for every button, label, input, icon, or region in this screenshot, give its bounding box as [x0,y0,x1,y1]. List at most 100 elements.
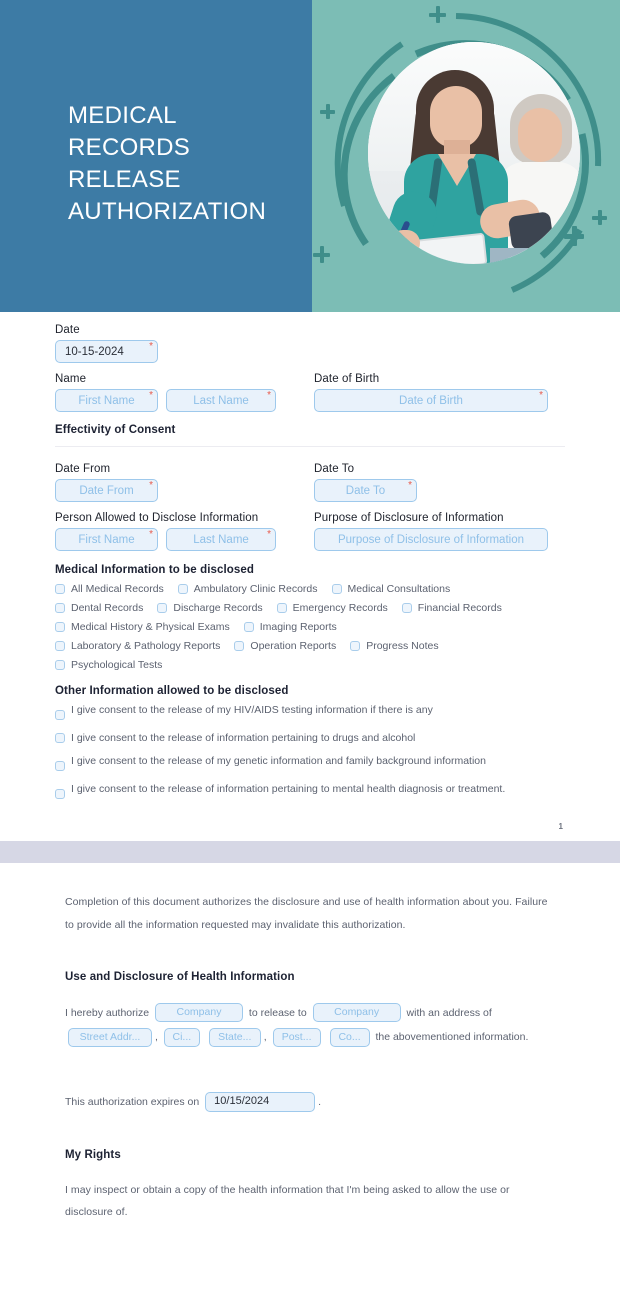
date-label: Date [55,324,80,336]
medical-info-checkbox[interactable]: Laboratory & Pathology Reports [55,640,220,652]
field-group-date-to: Date To Date To * [314,463,564,502]
checkbox-label: Laboratory & Pathology Reports [71,640,221,652]
first-name-input[interactable]: First Name * [55,389,158,412]
medical-info-checkbox[interactable]: Discharge Records [157,602,263,614]
checkbox-label: Financial Records [417,602,502,614]
checkbox-box-icon[interactable] [276,603,287,613]
company-input-2[interactable]: Company [312,1003,401,1023]
required-asterisk: * [267,529,271,540]
date-to-placeholder: Date To [345,484,386,497]
field-group-date-of-birth: Date of Birth Date of Birth * [314,373,564,412]
expiry-prefix: This authorization expires on [65,1095,200,1108]
medical-info-checkbox[interactable]: Financial Records [401,602,502,614]
checkbox-box-icon[interactable] [157,603,168,613]
consent-checkbox[interactable]: I give consent to the release of my HIV/… [55,704,565,720]
consent-checkbox[interactable]: I give consent to the release of informa… [55,732,565,745]
required-asterisk: * [149,341,153,352]
medical-info-checkbox[interactable]: Operation Reports [234,640,336,652]
checkbox-box-icon[interactable] [243,622,254,632]
medical-info-checkbox[interactable]: Psychological Tests [55,659,162,671]
city-input[interactable]: Ci... [163,1027,200,1047]
checkbox-label: Medical Consultations [347,583,451,595]
form-sheet-page-2: Completion of this document authorizes t… [0,863,620,1224]
authorization-paragraph: I hereby authorize Company to release to… [65,1001,555,1050]
medical-info-checkbox[interactable]: Medical History & Physical Exams [55,621,230,633]
postal-code-input[interactable]: Post... [272,1027,321,1047]
checkbox-box-icon[interactable] [55,584,65,594]
intro-paragraph: Completion of this document authorizes t… [65,896,548,931]
page-break-separator [0,841,620,864]
field-group-discloser: Person Allowed to Disclose Information F… [55,512,305,551]
checkbox-box-icon[interactable] [55,603,65,613]
hero-teal-panel [312,0,620,312]
required-asterisk: * [149,529,153,540]
auth-text-1: I hereby authorize [65,1006,150,1019]
form-sheet-page-1: Date 10-15-2024 * Name First Name * Last… [0,312,620,805]
date-input[interactable]: 10-15-2024 * [55,340,158,363]
date-of-birth-input[interactable]: Date of Birth * [314,389,548,412]
auth-text-3: with an address [406,1006,481,1019]
date-from-placeholder: Date From [79,484,134,497]
medical-info-checkbox[interactable]: Medical Consultations [331,583,451,595]
checkbox-label: I give consent to the release of my gene… [71,755,486,768]
my-rights-paragraph: I may inspect or obtain a copy of the he… [65,1183,510,1219]
checkbox-box-icon[interactable] [55,660,65,670]
date-to-label: Date To [314,463,355,475]
company-input-1[interactable]: Company [154,1003,243,1023]
checkbox-label: I give consent to the release of informa… [71,732,416,744]
discloser-last-name-input[interactable]: Last Name * [166,528,276,551]
checkbox-row: Laboratory & Pathology Reports Operation … [55,633,565,652]
checkbox-label: Imaging Reports [259,621,337,633]
date-of-birth-placeholder: Date of Birth [399,394,463,407]
checkbox-box-icon[interactable] [331,584,342,594]
required-asterisk: * [149,390,153,401]
checkbox-label: Medical History & Physical Exams [71,621,230,633]
checkbox-box-icon[interactable] [177,584,188,594]
my-rights-title: My Rights [65,1148,121,1161]
medical-info-checkbox[interactable]: Progress Notes [350,640,439,652]
last-name-input[interactable]: Last Name * [166,389,276,412]
expiry-suffix: . [318,1095,322,1108]
checkbox-box-icon[interactable] [55,710,65,720]
date-to-input[interactable]: Date To * [314,479,417,502]
checkbox-label: Progress Notes [366,640,439,652]
hero-banner: MEDICAL RECORDS RELEASE AUTHORIZATION [0,0,620,312]
addr-comma-2: , [263,1031,267,1044]
consent-checkbox[interactable]: I give consent to the release of informa… [55,783,565,800]
country-input[interactable]: Co... [329,1027,370,1047]
discloser-first-name-input[interactable]: First Name * [55,528,158,551]
checkbox-box-icon[interactable] [55,733,65,744]
purpose-input[interactable]: Purpose of Disclosure of Information [314,528,548,551]
checkbox-box-icon[interactable] [55,761,65,772]
date-from-input[interactable]: Date From * [55,479,158,502]
checkbox-label: Psychological Tests [71,659,163,671]
medical-info-checkbox[interactable]: Emergency Records [276,602,388,614]
field-group-purpose: Purpose of Disclosure of Information Pur… [314,512,564,551]
checkbox-label: Dental Records [71,602,144,614]
consent-checkbox[interactable]: I give consent to the release of my gene… [55,755,565,772]
medical-info-checkbox[interactable]: Dental Records [55,602,143,614]
discloser-first-name-placeholder: First Name [78,533,135,546]
expiry-date-input[interactable]: 10/15/2024 [205,1092,316,1113]
state-input[interactable]: State... [208,1027,261,1047]
checkbox-box-icon[interactable] [234,641,245,651]
section-divider [55,446,565,447]
page-number: 1 [558,822,563,832]
medical-info-checkbox[interactable]: Imaging Reports [243,621,337,633]
checkbox-box-icon[interactable] [401,603,412,613]
auth-text-5: the abovementioned [375,1031,471,1044]
checkbox-label: Discharge Records [173,602,263,614]
document-page: MEDICAL RECORDS RELEASE AUTHORIZATION Da… [0,0,620,1224]
medical-info-checkbox[interactable]: All Medical Records [55,583,164,595]
auth-text-4: of [483,1006,492,1019]
checkbox-box-icon[interactable] [350,641,361,651]
discloser-label: Person Allowed to Disclose Information [55,512,259,524]
medical-info-title: Medical Information to be disclosed [55,564,255,576]
medical-info-checkbox[interactable]: Ambulatory Clinic Records [177,583,318,595]
street-address-input[interactable]: Street Addr... [68,1027,152,1047]
required-asterisk: * [149,480,153,491]
checkbox-box-icon[interactable] [55,622,65,632]
checkbox-box-icon[interactable] [55,789,65,800]
date-of-birth-label: Date of Birth [314,373,380,385]
checkbox-box-icon[interactable] [55,641,65,651]
